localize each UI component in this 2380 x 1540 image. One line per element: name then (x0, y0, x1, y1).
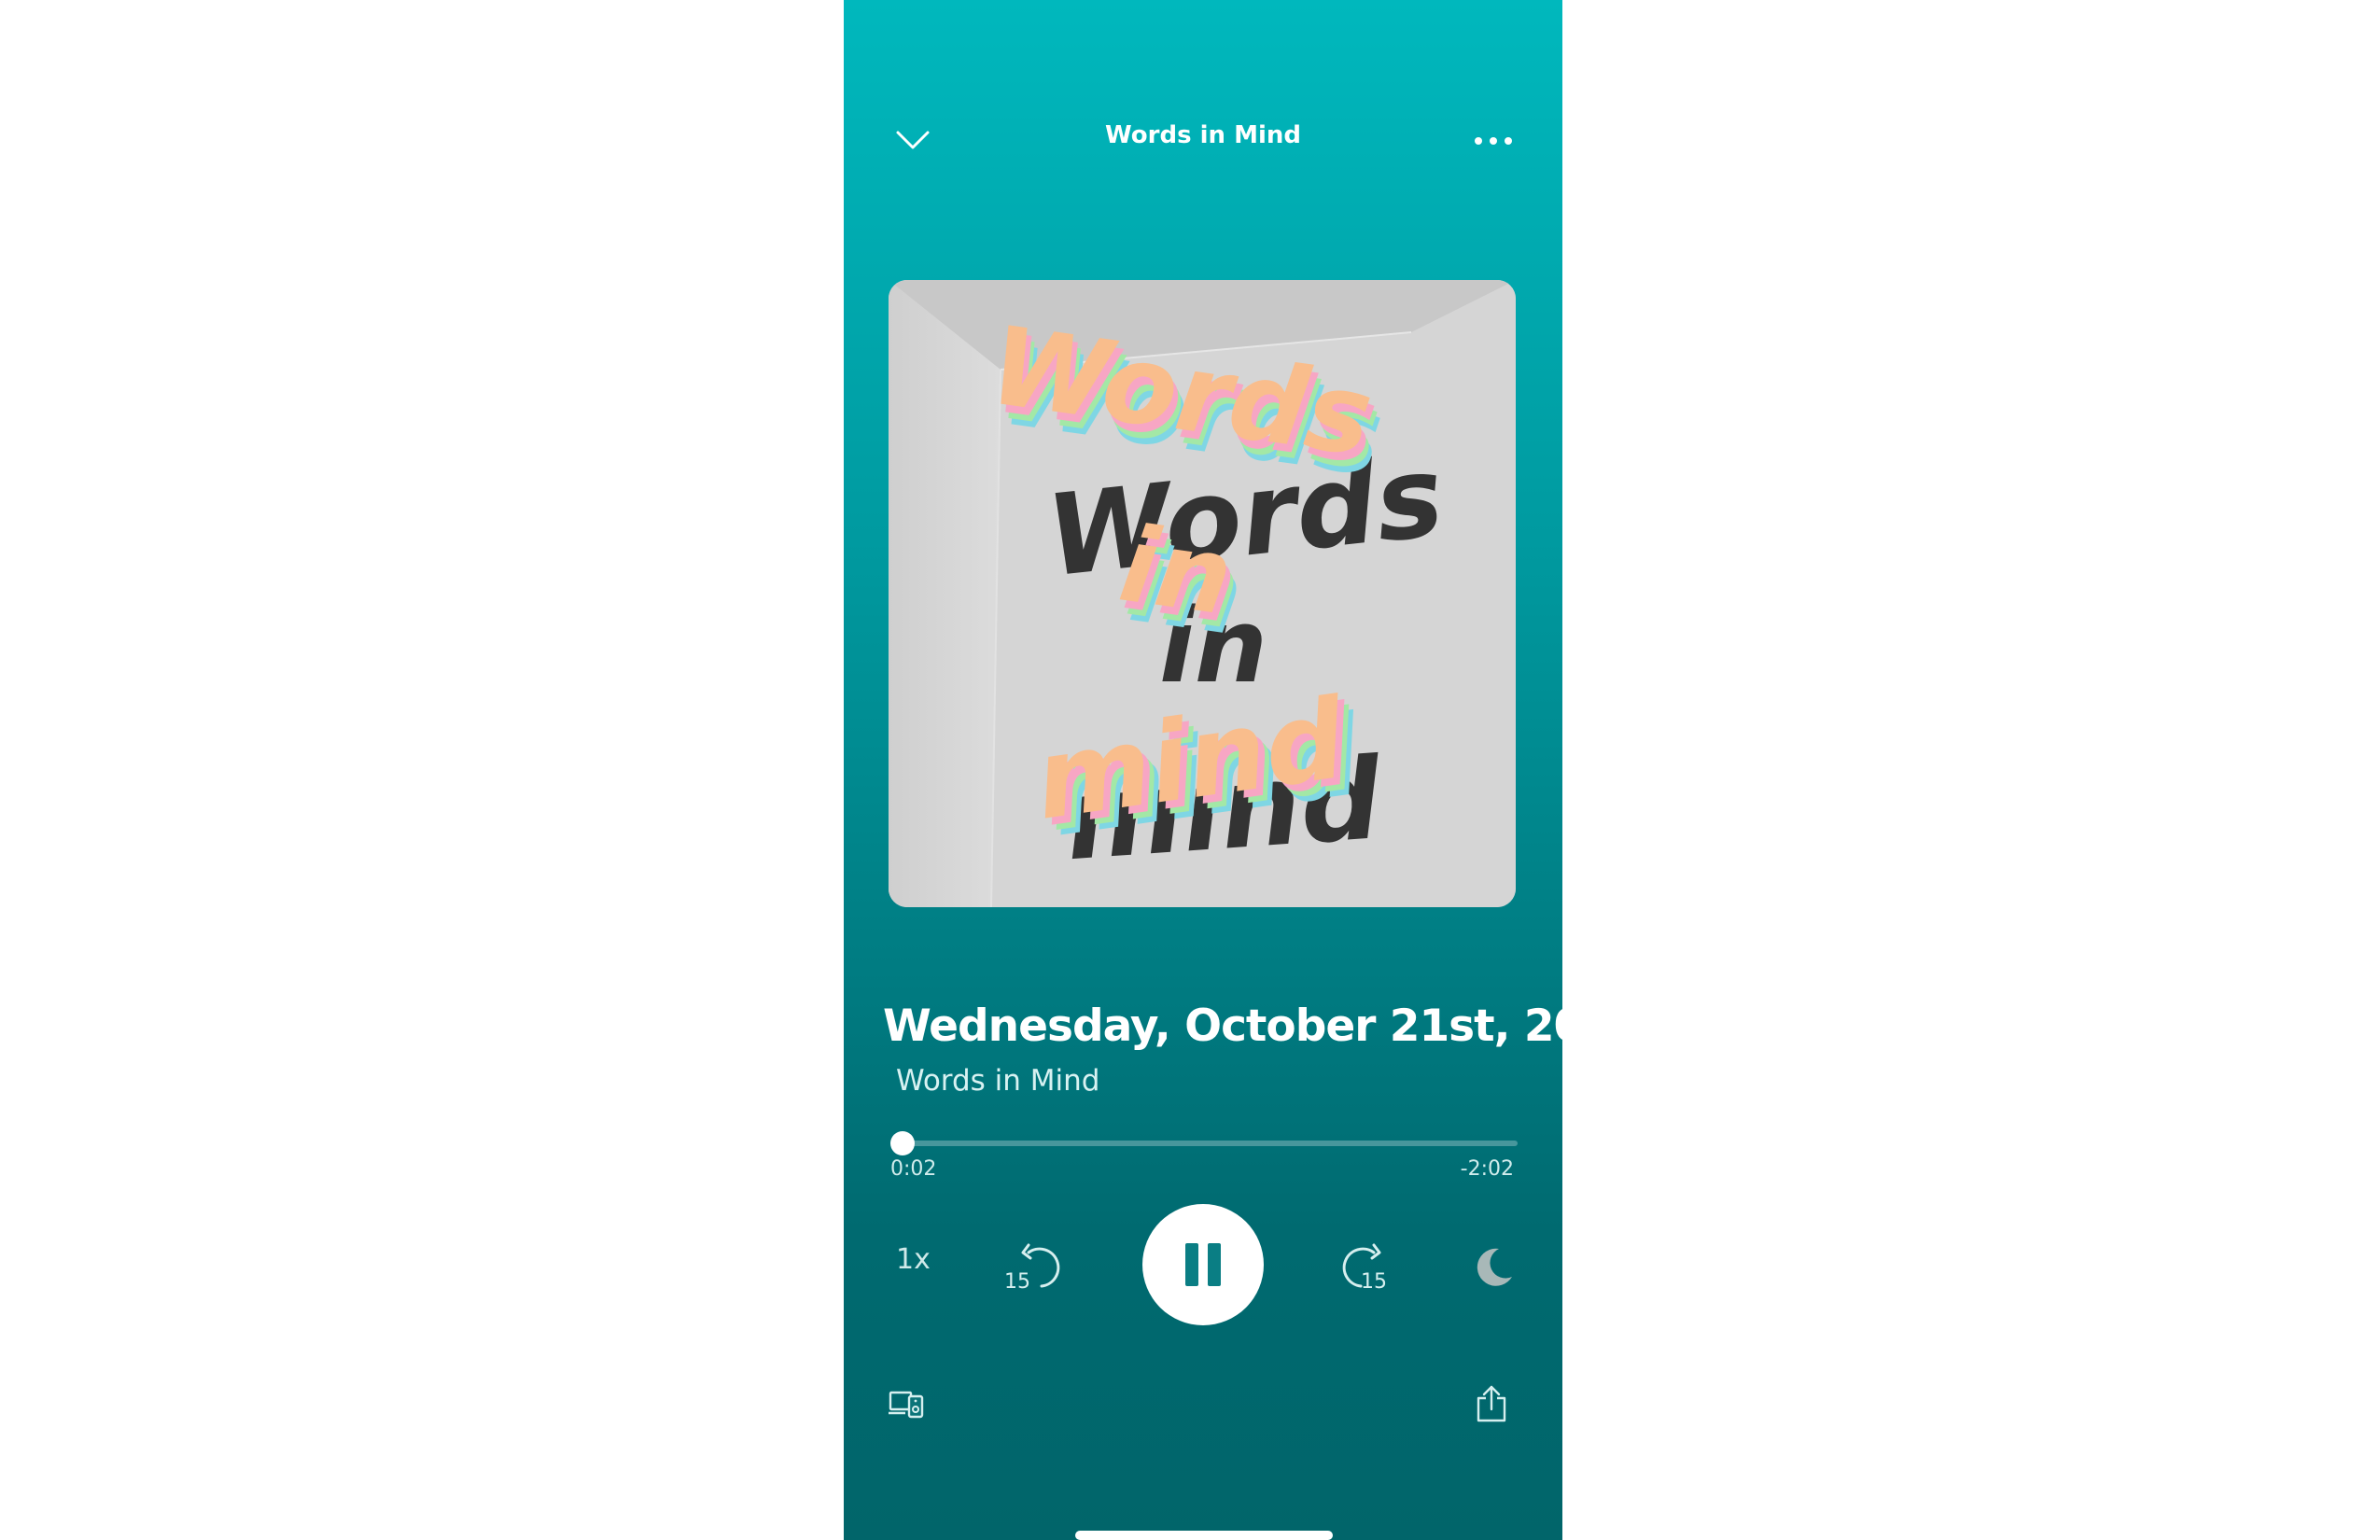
skip-forward-icon[interactable]: 15 (1337, 1234, 1402, 1299)
now-playing-screen: Words in Mind Words in mind Words Words … (844, 0, 1562, 1540)
skip-forward-label: 15 (1361, 1270, 1387, 1294)
progress-thumb[interactable] (889, 1131, 915, 1155)
header-title: Words in Mind (1105, 121, 1301, 149)
skip-back-label: 15 (1004, 1270, 1030, 1294)
home-indicator[interactable] (1075, 1531, 1333, 1540)
playback-controls: 1x 15 15 (844, 1204, 1562, 1327)
pause-icon (1185, 1243, 1198, 1286)
playback-speed-button[interactable]: 1x (896, 1243, 931, 1276)
connect-devices-icon[interactable] (889, 1389, 926, 1419)
elapsed-time: 0:02 (890, 1157, 937, 1181)
moon-icon[interactable] (1471, 1243, 1518, 1290)
progress-track[interactable] (889, 1131, 1518, 1155)
more-options-icon[interactable] (1473, 136, 1514, 146)
header-bar: Words in Mind (844, 112, 1562, 168)
episode-artwork: Words in mind Words Words Words Words in… (889, 280, 1516, 907)
skip-back-icon[interactable]: 15 (1001, 1234, 1066, 1299)
pause-button[interactable] (1142, 1204, 1264, 1325)
pause-icon-bar (1208, 1243, 1221, 1286)
episode-title: Wednesday, October 21st, 2020 (883, 1001, 1562, 1052)
artwork-illustration: Words in mind Words Words Words Words in… (889, 280, 1516, 907)
share-icon[interactable] (1475, 1383, 1508, 1422)
remaining-time: -2:02 (1460, 1157, 1514, 1181)
art-in-main: in (1113, 504, 1239, 639)
show-name[interactable]: Words in Mind (896, 1064, 1099, 1098)
